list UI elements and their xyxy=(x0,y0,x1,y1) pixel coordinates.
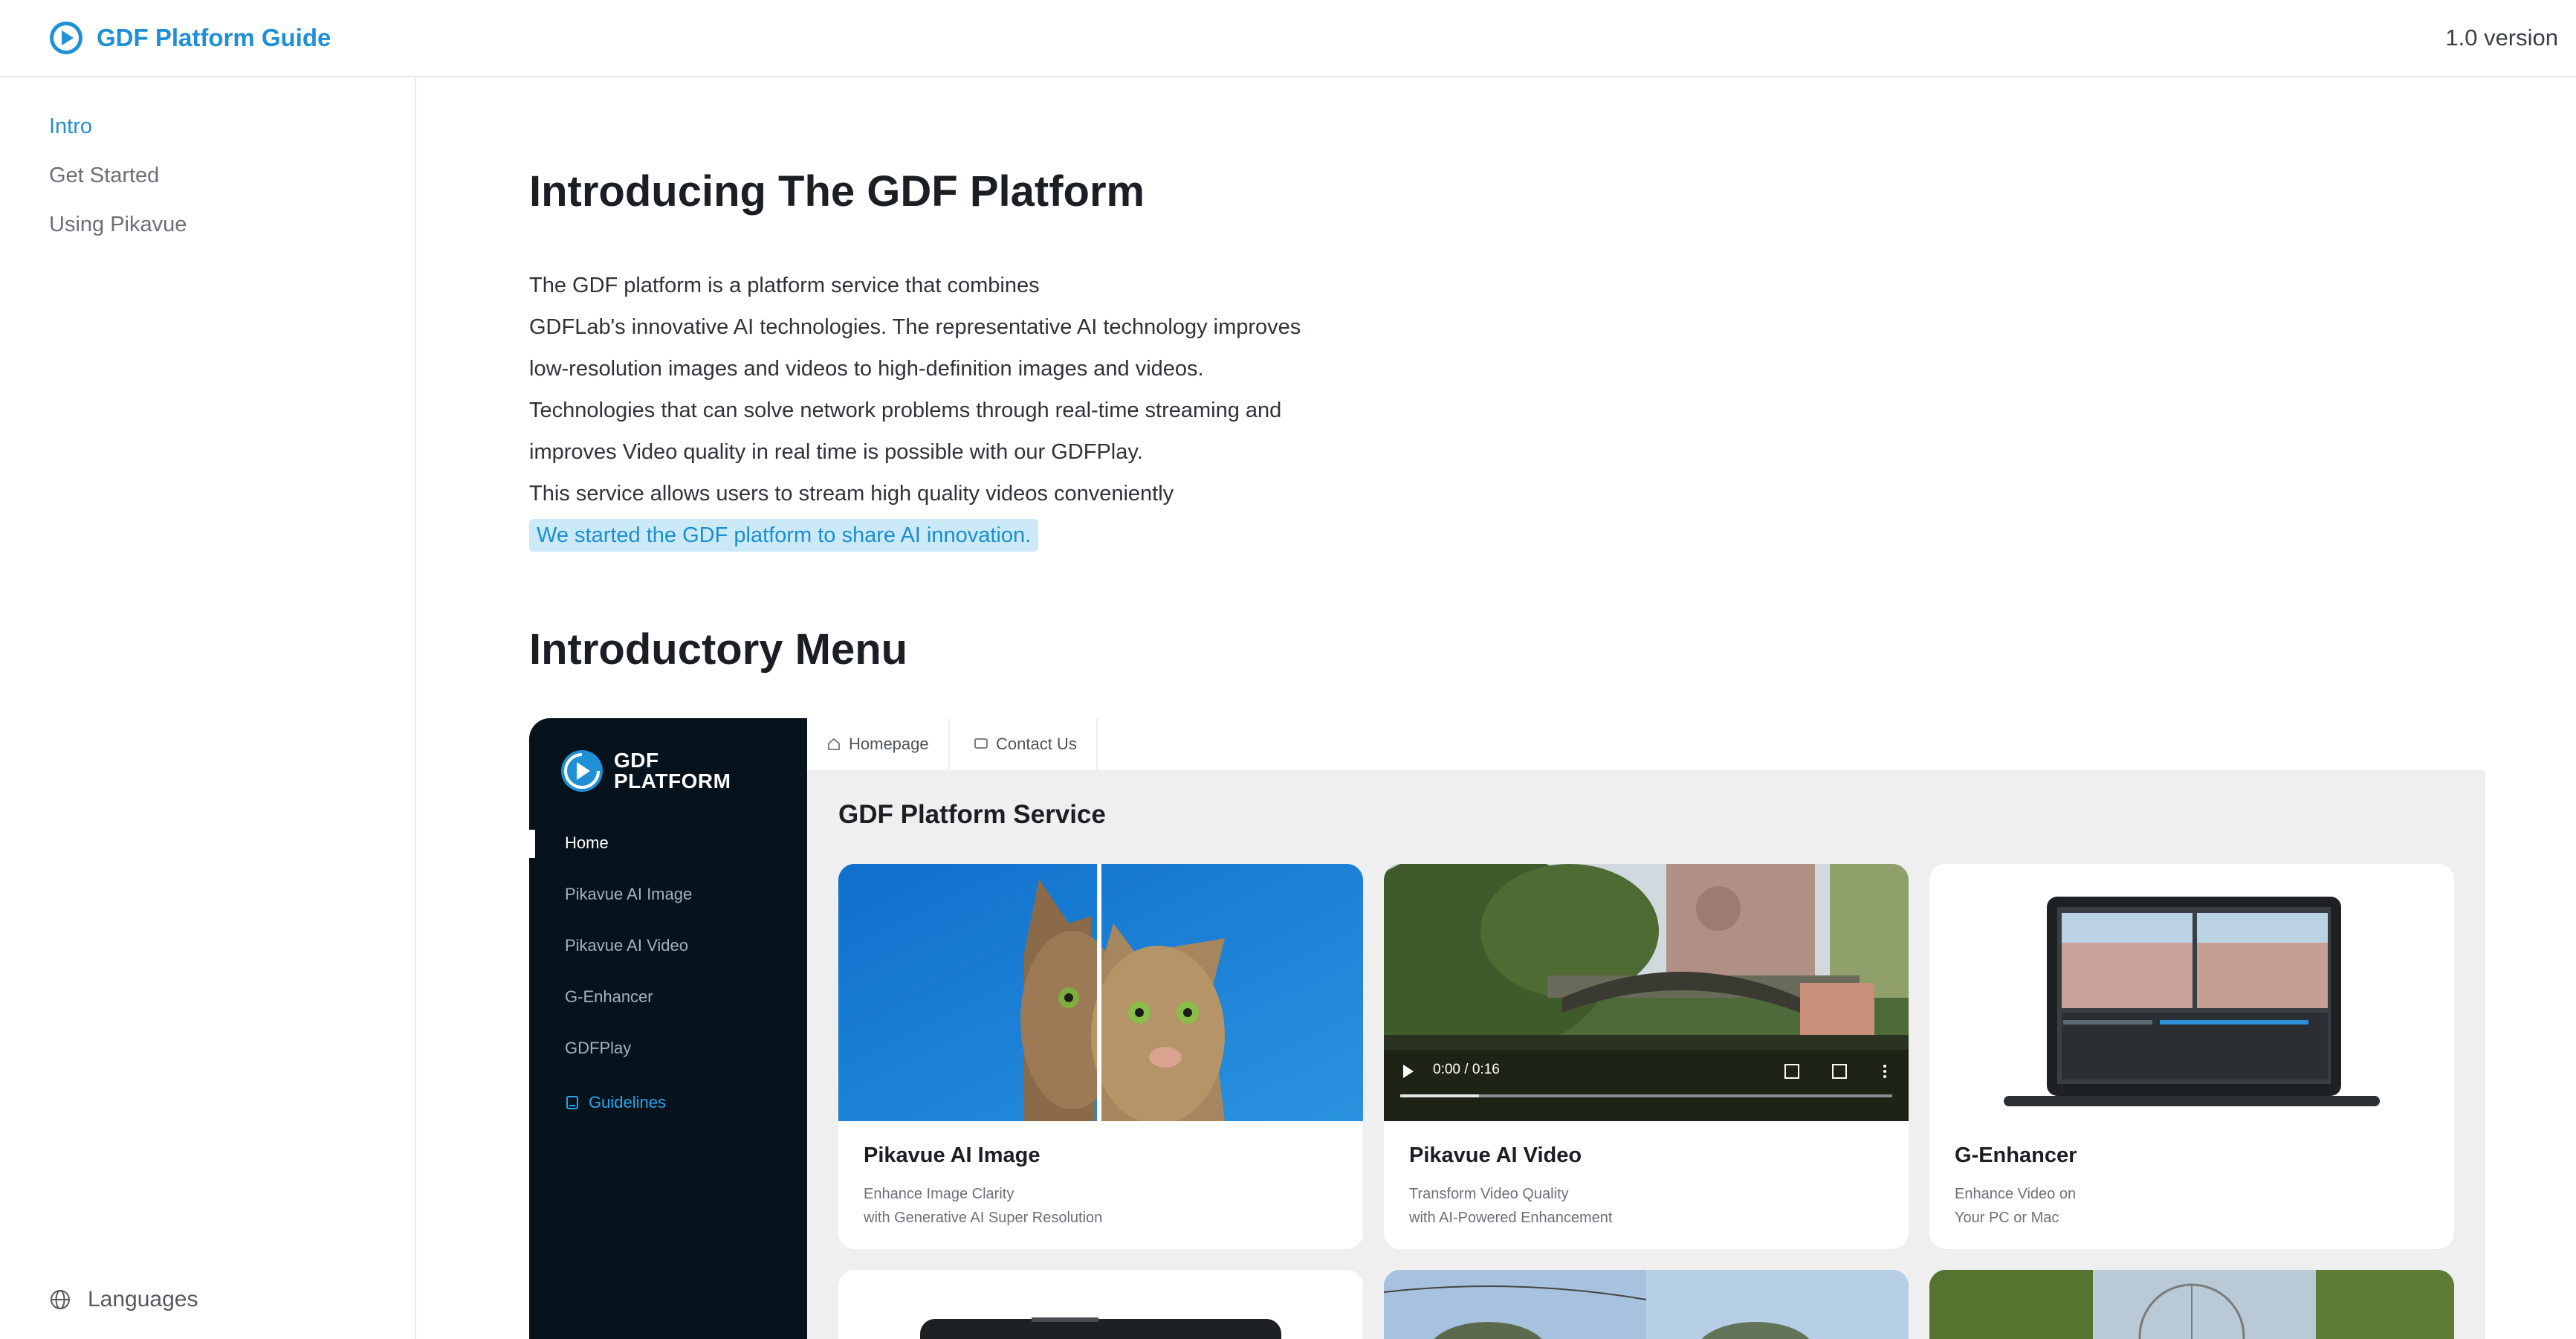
paragraph-line: This service allows users to stream high… xyxy=(529,482,1174,506)
preview-nav-g-enhancer[interactable]: G-Enhancer xyxy=(565,987,653,1007)
card-desc-line: Transform Video Quality xyxy=(1409,1186,1569,1202)
book-icon xyxy=(566,1096,578,1109)
guidelines-label: Guidelines xyxy=(589,1093,666,1111)
platform-preview: GDF PLATFORM Home Pikavue AI Image Pikav… xyxy=(529,718,2485,1339)
play-logo-icon xyxy=(561,750,603,792)
card-description: Transform Video Quality with AI-Powered … xyxy=(1409,1182,1613,1230)
service-title: GDF Platform Service xyxy=(838,800,1106,829)
section-title-introductory-menu: Introductory Menu xyxy=(529,625,908,674)
card-desc-line: Your PC or Mac xyxy=(1955,1210,2059,1226)
card-gdfplay-preview[interactable] xyxy=(838,1270,1363,1339)
tab-contact-us[interactable]: Contact Us xyxy=(954,718,1098,770)
site-title: GDF Platform Guide xyxy=(97,24,331,51)
sidebar-item-using-pikavue[interactable]: Using Pikavue xyxy=(49,213,187,237)
top-header: GDF Platform Guide 1.0 version xyxy=(0,0,2576,77)
brand[interactable]: GDF Platform Guide xyxy=(49,21,331,55)
home-icon xyxy=(828,738,840,750)
preview-nav-pikavue-video[interactable]: Pikavue AI Video xyxy=(565,936,688,955)
paragraph-line: low-resolution images and videos to high… xyxy=(529,357,1204,381)
left-sidebar: Intro Get Started Using Pikavue Language… xyxy=(0,77,416,1339)
paragraph-line: The GDF platform is a platform service t… xyxy=(529,274,1040,297)
service-area: GDF Platform Service Pikavue AI Image En… xyxy=(807,770,2485,1339)
preview-nav-home[interactable]: Home xyxy=(565,833,609,853)
chat-icon xyxy=(974,738,988,749)
card-description: Enhance Video on Your PC or Mac xyxy=(1955,1182,2076,1230)
intro-paragraph: The GDF platform is a platform service t… xyxy=(529,265,1421,556)
play-logo-icon xyxy=(50,22,82,54)
sidebar-item-get-started[interactable]: Get Started xyxy=(49,164,159,188)
active-indicator xyxy=(529,830,535,858)
paragraph-line: Technologies that can solve network prob… xyxy=(529,399,1282,422)
card-description: Enhance Image Clarity with Generative AI… xyxy=(864,1182,1102,1230)
logo-text-gdf: GDF xyxy=(614,749,659,772)
trees-image xyxy=(1384,1270,1909,1339)
cat-comparison-image xyxy=(838,864,1363,1121)
card-desc-line: Enhance Image Clarity xyxy=(864,1186,1014,1202)
card-park-preview[interactable] xyxy=(1929,1270,2454,1339)
logo-text-platform: PLATFORM xyxy=(614,769,731,793)
card-title: G-Enhancer xyxy=(1955,1143,2077,1167)
preview-nav-guidelines[interactable]: Guidelines xyxy=(565,1093,666,1112)
globe-icon xyxy=(51,1290,70,1309)
video-player[interactable] xyxy=(1384,864,1909,1121)
preview-tabbar: Homepage Contact Us xyxy=(807,718,2485,770)
sidebar-item-intro[interactable]: Intro xyxy=(49,114,92,139)
card-g-enhancer[interactable]: G-Enhancer Enhance Video on Your PC or M… xyxy=(1929,864,2454,1249)
tab-label: Contact Us xyxy=(996,735,1077,753)
languages-button[interactable]: Languages xyxy=(49,1287,198,1312)
laptop-image xyxy=(1929,864,2454,1121)
card-title: Pikavue AI Image xyxy=(864,1143,1041,1167)
preview-nav-gdfplay[interactable]: GDFPlay xyxy=(565,1039,631,1058)
page-title: Introducing The GDF Platform xyxy=(529,167,1145,216)
preview-logo[interactable]: GDF PLATFORM xyxy=(560,749,731,793)
preview-nav-pikavue-image[interactable]: Pikavue AI Image xyxy=(565,885,692,904)
video-time: 0:00 / 0:16 xyxy=(1433,1062,1500,1077)
highlighted-statement: We started the GDF platform to share AI … xyxy=(529,519,1039,552)
card-title: Pikavue AI Video xyxy=(1409,1143,1582,1167)
paragraph-line: improves Video quality in real time is p… xyxy=(529,440,1143,464)
card-pikavue-ai-video[interactable]: 0:00 / 0:16 Pikavue AI Video Transform V… xyxy=(1384,864,1909,1249)
languages-label: Languages xyxy=(88,1287,198,1311)
card-desc-line: Enhance Video on xyxy=(1955,1186,2077,1202)
preview-sidebar: GDF PLATFORM Home Pikavue AI Image Pikav… xyxy=(529,718,807,1339)
card-pikavue-ai-image[interactable]: Pikavue AI Image Enhance Image Clarity w… xyxy=(838,864,1363,1249)
paragraph-line: GDFLab's innovative AI technologies. The… xyxy=(529,315,1301,339)
card-desc-line: with Generative AI Super Resolution xyxy=(864,1210,1103,1226)
version-label[interactable]: 1.0 version xyxy=(2445,25,2558,51)
tab-label: Homepage xyxy=(849,735,929,753)
card-desc-line: with AI-Powered Enhancement xyxy=(1409,1210,1613,1226)
phone-image xyxy=(920,1317,1281,1339)
card-video-compare-preview[interactable] xyxy=(1384,1270,1909,1339)
ferris-wheel-image xyxy=(1929,1270,2454,1339)
tab-homepage[interactable]: Homepage xyxy=(807,718,950,770)
